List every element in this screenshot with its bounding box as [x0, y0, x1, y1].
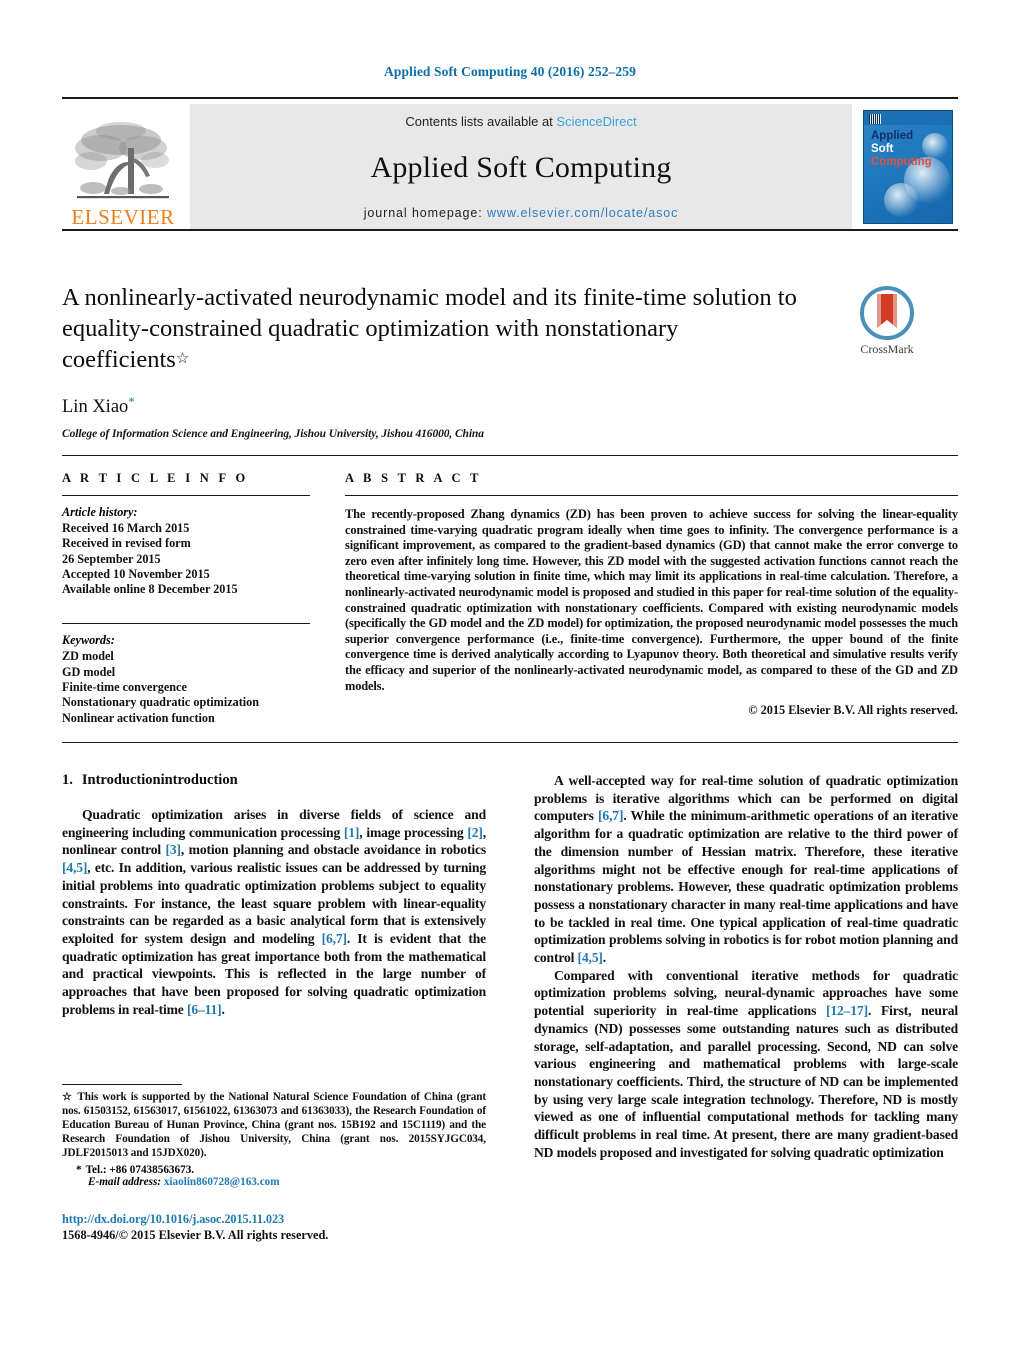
abstract-divider [345, 495, 958, 496]
keyword-item: Nonlinear activation function [62, 710, 215, 725]
history-line: Received 16 March 2015 [62, 521, 190, 535]
abstract-heading: A B S T R A C T [345, 471, 482, 485]
citation-reference[interactable]: [6,7] [598, 808, 623, 823]
email-footnote: E-mail address: xiaolin860728@163.com [62, 1176, 486, 1188]
title-block: A nonlinearly-activated neurodynamic mod… [62, 282, 802, 440]
journal-masthead: ELSEVIER Contents lists available at Sci… [62, 97, 958, 231]
article-info-column: A R T I C L E I N F O Article history: R… [62, 471, 310, 726]
journal-cover-thumbnail[interactable]: Applied Soft Computing [858, 102, 958, 232]
contents-line: Contents lists available at ScienceDirec… [405, 114, 636, 129]
history-line: 26 September 2015 [62, 551, 161, 566]
sciencedirect-link[interactable]: ScienceDirect [556, 114, 636, 129]
running-head: Applied Soft Computing 40 (2016) 252–259 [384, 64, 636, 79]
article-info-heading: A R T I C L E I N F O [62, 471, 249, 485]
funding-footnote-text: This work is supported by the National N… [62, 1091, 486, 1159]
crossmark-badge[interactable]: CrossMark [822, 286, 952, 357]
citation-reference[interactable]: [6,7] [322, 931, 347, 946]
affiliation: College of Information Science and Engin… [62, 428, 484, 440]
history-line: Received in revised form [62, 536, 191, 551]
article-info-divider [62, 495, 310, 496]
footer-identifiers: http://dx.doi.org/10.1016/j.asoc.2015.11… [62, 1212, 562, 1243]
section-heading-introduction: 1. Introductionintroduction [62, 772, 486, 789]
keyword-item: ZD model [62, 649, 114, 664]
cover-title-text: Applied Soft Computing [871, 130, 932, 169]
homepage-prefix: journal homepage: [363, 206, 487, 220]
cover-image: Applied Soft Computing [863, 110, 953, 224]
issn-copyright-line: 1568-4946/© 2015 Elsevier B.V. All right… [62, 1228, 329, 1242]
cover-barcode-icon [869, 114, 881, 124]
telephone-footnote: * Tel.: +86 07438563673. [62, 1164, 486, 1176]
section-number: 1. [62, 772, 73, 788]
abstract-text: The recently-proposed Zhang dynamics (ZD… [345, 507, 958, 693]
journal-homepage-line: journal homepage: www.elsevier.com/locat… [364, 206, 678, 220]
abstract-copyright: © 2015 Elsevier B.V. All rights reserved… [748, 703, 958, 718]
intro-paragraph-3: Compared with conventional iterative met… [534, 967, 958, 1160]
citation-reference[interactable]: [1] [344, 825, 360, 840]
author-name: Lin Xiao [62, 397, 129, 417]
email-label: E-mail address: [88, 1176, 162, 1188]
funding-footnote-marker: ☆ [62, 1091, 74, 1103]
elsevier-logo: ELSEVIER [62, 102, 184, 232]
keyword-item: GD model [62, 664, 116, 679]
author-footnote-marker[interactable]: * [128, 394, 135, 409]
contents-prefix: Contents lists available at [405, 114, 557, 129]
abstract-column: A B S T R A C T The recently-proposed Zh… [345, 471, 958, 718]
citation-reference[interactable]: [4,5] [577, 950, 602, 965]
title-footnote-marker[interactable]: ☆ [176, 351, 189, 367]
elsevier-wordmark: ELSEVIER [71, 205, 175, 229]
email-link[interactable]: xiaolin860728@163.com [164, 1176, 280, 1188]
cover-line-1: Applied [871, 130, 914, 142]
history-line: Accepted 10 November 2015 [62, 566, 210, 581]
citation-reference[interactable]: [2] [467, 825, 483, 840]
keyword-item: Finite-time convergence [62, 680, 187, 695]
journal-article-page: Applied Soft Computing 40 (2016) 252–259 [0, 0, 1020, 1351]
abstract-bottom-rule [62, 742, 958, 743]
keyword-item: Nonstationary quadratic optimization [62, 695, 260, 710]
journal-homepage-link[interactable]: www.elsevier.com/locate/asoc [487, 206, 678, 220]
keywords-label: Keywords: [62, 633, 115, 648]
history-line: Available online 8 December 2015 [62, 582, 238, 597]
elsevier-tree-icon [75, 122, 169, 199]
cover-blob-2 [884, 183, 918, 217]
article-history-label: Article history: [62, 505, 138, 519]
footnote-block: ☆ This work is supported by the National … [62, 1084, 486, 1188]
citation-reference[interactable]: [6–11] [187, 1002, 222, 1017]
cover-line-2: Soft [871, 143, 894, 155]
citation-reference[interactable]: [12–17] [826, 1003, 868, 1018]
intro-paragraph-1: Quadratic optimization arises in diverse… [62, 807, 486, 1017]
intro-paragraph-2: A well-accepted way for real-time soluti… [534, 773, 959, 966]
telephone-footnote-marker: * [76, 1164, 82, 1176]
section-title: Introductionintroduction [81, 772, 238, 788]
telephone-text: Tel.: +86 07438563673. [85, 1164, 195, 1176]
body-column-left: 1. Introductionintroduction Quadratic opt… [62, 772, 486, 1018]
title-text: A nonlinearly-activated neurodynamic mod… [62, 284, 797, 373]
doi-link[interactable]: http://dx.doi.org/10.1016/j.asoc.2015.11… [62, 1212, 562, 1227]
page-title: A nonlinearly-activated neurodynamic mod… [62, 282, 802, 375]
crossmark-icon [860, 286, 914, 340]
info-section-top-rule [62, 455, 958, 456]
body-column-right: A well-accepted way for real-time soluti… [534, 772, 958, 1161]
masthead-center-panel: Contents lists available at ScienceDirec… [190, 104, 852, 229]
journal-title: Applied Soft Computing [370, 150, 672, 184]
footnote-rule [62, 1084, 182, 1085]
author-list: Lin Xiao* [62, 394, 802, 418]
cover-line-3: Computing [871, 156, 932, 168]
keywords-divider [62, 623, 310, 625]
funding-footnote: ☆ This work is supported by the National … [62, 1090, 486, 1160]
crossmark-label: CrossMark [860, 342, 914, 356]
citation-reference[interactable]: [3] [166, 842, 182, 857]
citation-reference[interactable]: [4,5] [62, 860, 87, 875]
